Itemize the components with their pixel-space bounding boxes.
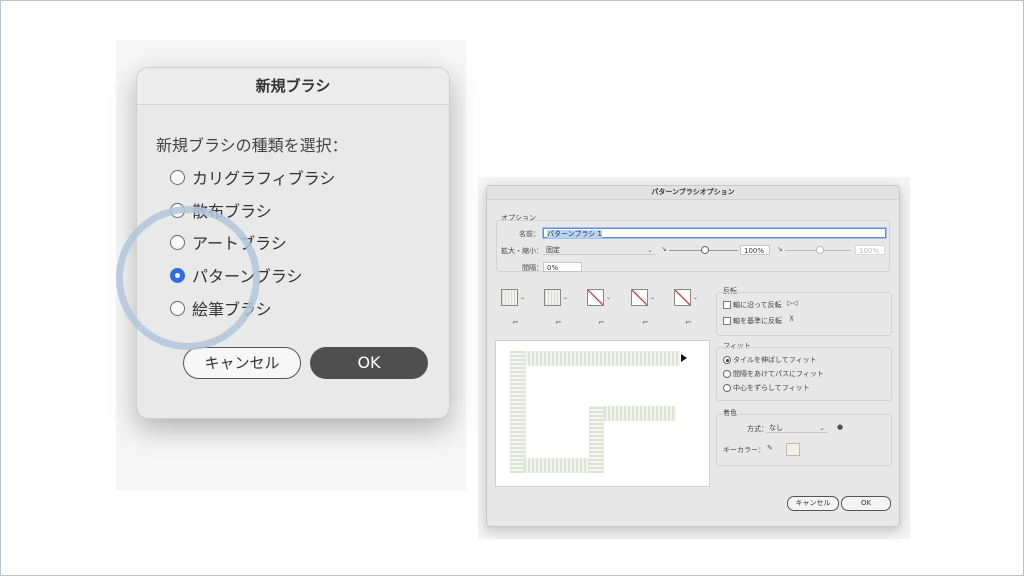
spacing-label: 間隔： bbox=[522, 264, 543, 272]
chevron-down-icon[interactable]: ⌄ bbox=[520, 294, 525, 301]
end-tile-swatch[interactable] bbox=[674, 289, 691, 306]
radio-button-selected[interactable] bbox=[170, 267, 185, 283]
fit-space-radio[interactable] bbox=[723, 370, 731, 378]
option-scatter-brush[interactable]: 散布ブラシ bbox=[170, 198, 272, 222]
key-color-label: キーカラー： bbox=[723, 446, 765, 454]
dialog-title: パターンブラシオプション bbox=[487, 186, 899, 200]
new-brush-dialog: 新規ブラシ 新規ブラシの種類を選択： カリグラフィブラシ 散布ブラシ アートブラ… bbox=[136, 67, 450, 419]
radio-button[interactable] bbox=[170, 169, 185, 185]
preview-stroke bbox=[524, 351, 680, 366]
ok-button[interactable]: OK bbox=[841, 496, 891, 511]
option-bristle-brush[interactable]: 絵筆ブラシ bbox=[170, 296, 272, 320]
fit-option-label: 中心をずらしてフィット bbox=[733, 384, 810, 392]
scale-slider-knob[interactable] bbox=[701, 246, 709, 254]
preview-stroke bbox=[589, 406, 604, 473]
side-tile-icon[interactable]: ⌐ bbox=[509, 317, 522, 328]
pattern-preview bbox=[495, 340, 710, 487]
eyedropper-icon[interactable]: ✎ bbox=[767, 444, 773, 452]
spacing-input[interactable]: 0% bbox=[543, 262, 582, 272]
side-tile-swatch[interactable] bbox=[501, 289, 518, 306]
flip-across-checkbox[interactable] bbox=[723, 317, 731, 325]
outer-corner-tile-swatch[interactable] bbox=[544, 289, 561, 306]
method-value: なし bbox=[769, 424, 783, 432]
flip-vertical-icon: ⊼ bbox=[789, 315, 795, 323]
fit-approximate-radio[interactable] bbox=[723, 384, 731, 392]
flip-along-label: 軸に沿って反転 bbox=[733, 301, 782, 309]
name-value: パターンブラシ 1 bbox=[547, 230, 602, 238]
small-brush-icon: ↘ bbox=[661, 245, 667, 253]
option-label: アートブラシ bbox=[192, 234, 287, 253]
option-pattern-brush[interactable]: パターンブラシ bbox=[170, 263, 302, 287]
dialog-title: 新規ブラシ bbox=[137, 68, 449, 105]
chevron-down-icon[interactable]: ⌄ bbox=[650, 294, 655, 301]
radio-button[interactable] bbox=[170, 300, 185, 316]
scale-mode-value: 固定 bbox=[546, 246, 560, 254]
option-label: パターンブラシ bbox=[192, 267, 303, 286]
flip-horizontal-icon: ▷◁ bbox=[787, 299, 798, 307]
flip-across-label: 軸を基準に反転 bbox=[733, 317, 782, 325]
name-input[interactable]: パターンブラシ 1 bbox=[543, 228, 886, 238]
preview-stroke bbox=[604, 406, 676, 421]
radio-button[interactable] bbox=[170, 234, 185, 250]
chevron-down-icon: ⌄ bbox=[819, 424, 825, 432]
small-brush-icon: ↘ bbox=[777, 245, 783, 253]
start-tile-swatch[interactable] bbox=[631, 289, 648, 306]
scale-label: 拡大・縮小： bbox=[501, 247, 543, 255]
scale-mode-select[interactable]: 固定 ⌄ bbox=[543, 245, 656, 255]
fit-option-label: 間隔をあけてパスにフィット bbox=[733, 370, 824, 378]
scale-slider-knob-disabled bbox=[816, 246, 824, 254]
tips-bulb-icon[interactable]: ● bbox=[837, 423, 843, 431]
arrow-right-icon bbox=[681, 354, 687, 362]
fit-stretch-radio[interactable] bbox=[723, 356, 731, 364]
option-label: 絵筆ブラシ bbox=[192, 300, 272, 319]
fit-option-label: タイルを伸ばしてフィット bbox=[733, 356, 817, 364]
chevron-down-icon[interactable]: ⌄ bbox=[606, 294, 611, 301]
inner-corner-tile-icon[interactable]: ⌐ bbox=[595, 317, 608, 328]
brush-type-prompt: 新規ブラシの種類を選択： bbox=[156, 136, 348, 155]
ok-button[interactable]: OK bbox=[310, 347, 428, 379]
key-color-swatch[interactable] bbox=[786, 443, 800, 456]
chevron-down-icon[interactable]: ⌄ bbox=[693, 294, 698, 301]
chevron-down-icon: ⌄ bbox=[647, 246, 653, 254]
scale-value-input[interactable]: 100% bbox=[740, 245, 770, 255]
flip-along-checkbox[interactable] bbox=[723, 301, 731, 309]
pattern-brush-options-dialog: パターンブラシオプション オプション 名前： パターンブラシ 1 拡大・縮小： … bbox=[486, 185, 900, 527]
option-label: カリグラフィブラシ bbox=[192, 169, 336, 188]
inner-corner-tile-swatch[interactable] bbox=[587, 289, 604, 306]
outer-corner-tile-icon[interactable]: ⌐ bbox=[552, 317, 565, 328]
end-tile-icon[interactable]: ⌐ bbox=[682, 317, 695, 328]
option-calligraphic-brush[interactable]: カリグラフィブラシ bbox=[170, 165, 335, 189]
start-tile-icon[interactable]: ⌐ bbox=[639, 317, 652, 328]
radio-button[interactable] bbox=[170, 202, 185, 218]
option-art-brush[interactable]: アートブラシ bbox=[170, 230, 287, 254]
option-label: 散布ブラシ bbox=[192, 202, 272, 221]
method-label: 方式： bbox=[747, 425, 768, 433]
flip-group bbox=[716, 292, 892, 336]
cancel-button[interactable]: キャンセル bbox=[183, 347, 301, 379]
scale-value-input-disabled: 100% bbox=[855, 245, 885, 255]
colorization-group bbox=[716, 414, 892, 466]
preview-stroke bbox=[510, 351, 526, 473]
chevron-down-icon[interactable]: ⌄ bbox=[563, 294, 568, 301]
method-select[interactable]: なし ⌄ bbox=[766, 423, 828, 433]
cancel-button[interactable]: キャンセル bbox=[787, 496, 839, 511]
name-label: 名前： bbox=[519, 230, 540, 238]
